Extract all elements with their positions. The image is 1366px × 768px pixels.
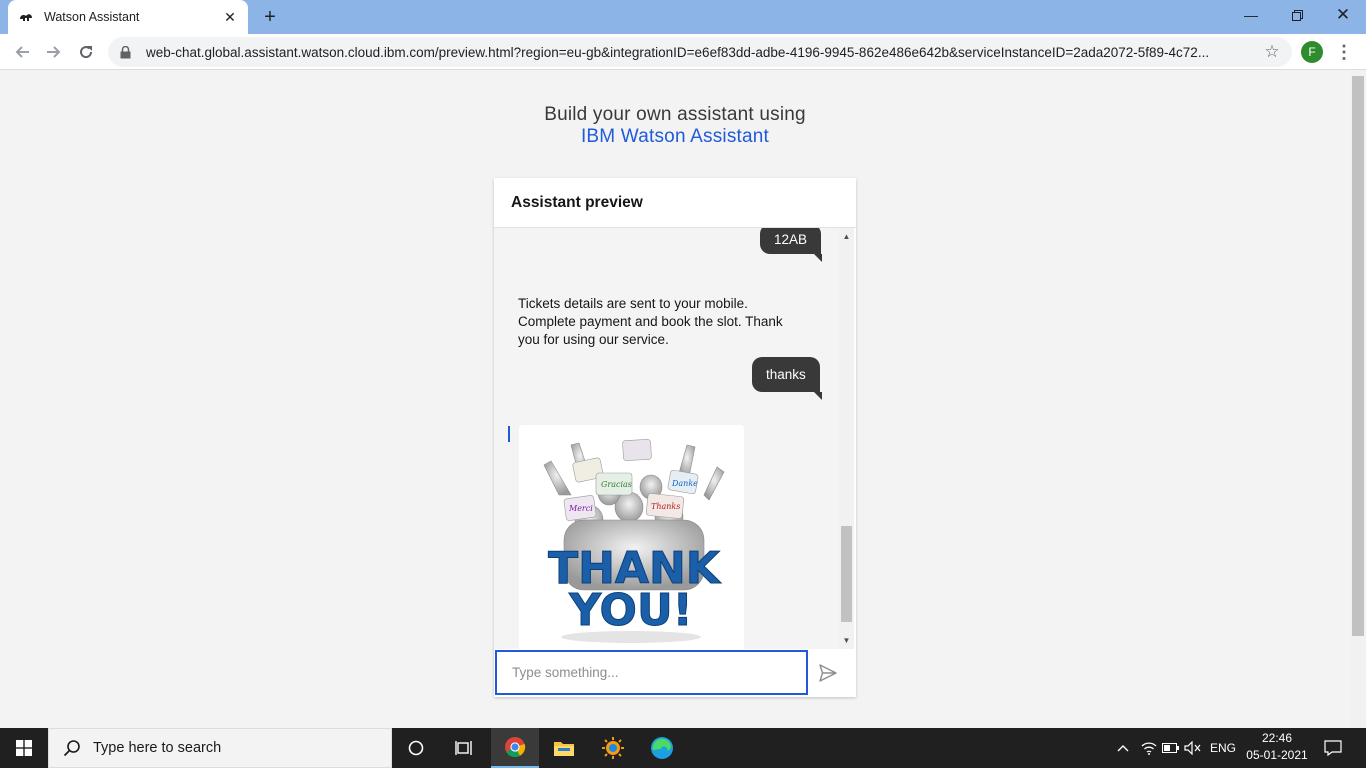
sign-thanks: Thanks (651, 502, 680, 511)
chat-scrollbar-thumb[interactable] (841, 526, 852, 622)
close-window-icon[interactable]: ✕ (1320, 0, 1366, 30)
new-tab-button[interactable]: + (258, 5, 282, 29)
bot-message-marker (508, 426, 510, 442)
wifi-icon[interactable] (1138, 728, 1160, 768)
back-arrow-icon[interactable] (10, 40, 34, 64)
windows-start-icon[interactable] (0, 728, 48, 768)
cortana-icon[interactable] (392, 728, 440, 768)
user-message-text: 12AB (774, 231, 808, 247)
url-text: web-chat.global.assistant.watson.cloud.i… (146, 44, 1210, 60)
chat-input-row (494, 649, 856, 697)
browser-tab[interactable]: Watson Assistant ✕ (8, 0, 248, 34)
lock-icon (120, 45, 134, 59)
chat-scrollbar[interactable]: ▲ ▼ (839, 228, 854, 649)
browser-tab-strip: Watson Assistant ✕ + — ✕ (0, 0, 1366, 34)
app-sun-icon[interactable] (589, 728, 637, 768)
taskbar-clock[interactable]: 22:46 05-01-2021 (1240, 730, 1314, 764)
task-view-icon[interactable] (440, 728, 488, 768)
page-headline: Build your own assistant using (544, 104, 806, 125)
browser-menu-icon[interactable]: ⋮ (1334, 40, 1354, 64)
bot-message-text: Tickets details are sent to your mobile.… (518, 296, 783, 347)
close-tab-icon[interactable]: ✕ (222, 9, 238, 25)
browser-toolbar: web-chat.global.assistant.watson.cloud.i… (0, 34, 1366, 70)
edge-browser-icon[interactable] (638, 728, 686, 768)
page-scrollbar-thumb[interactable] (1352, 76, 1364, 636)
file-explorer-icon[interactable] (540, 728, 588, 768)
bookmark-star-icon[interactable]: ☆ (1262, 42, 1282, 62)
message-list: 12AB Tickets details are sent to your mo… (494, 228, 839, 649)
taskbar-search-placeholder: Type here to search (93, 740, 222, 756)
user-message-bubble: thanks (752, 357, 820, 392)
sign-merci: Merci (568, 504, 593, 513)
search-icon (63, 740, 80, 757)
volume-muted-icon[interactable] (1182, 728, 1204, 768)
sign-danke: Danke (671, 479, 698, 488)
chat-widget: Assistant preview 12AB Tickets details a… (494, 178, 856, 697)
user-message-text: thanks (766, 367, 806, 382)
sign-gracias: Gracias (601, 480, 632, 489)
minimize-icon[interactable]: — (1228, 0, 1274, 30)
tab-title: Watson Assistant (44, 10, 140, 24)
bubble-tail (814, 392, 822, 400)
forward-arrow-icon[interactable] (42, 40, 66, 64)
watson-assistant-link[interactable]: IBM Watson Assistant (0, 126, 1350, 148)
show-hidden-icons-chevron-icon[interactable] (1112, 728, 1134, 768)
language-indicator[interactable]: ENG (1206, 728, 1240, 768)
bubble-tail (814, 254, 822, 262)
restore-icon[interactable] (1274, 0, 1320, 30)
chat-message-input[interactable] (495, 650, 808, 695)
taskbar-search-box[interactable]: Type here to search (48, 728, 392, 768)
notifications-icon[interactable] (1318, 728, 1348, 768)
scroll-down-arrow-icon[interactable]: ▼ (839, 633, 854, 647)
clock-date: 05-01-2021 (1246, 748, 1308, 762)
widget-title: Assistant preview (494, 178, 856, 228)
page-content: Build your own assistant using IBM Watso… (0, 71, 1350, 728)
user-message-bubble: 12AB (760, 228, 822, 254)
address-bar[interactable]: web-chat.global.assistant.watson.cloud.i… (108, 37, 1292, 67)
send-icon[interactable] (816, 661, 840, 685)
page-scrollbar[interactable] (1350, 71, 1366, 728)
you-text: YOU! (568, 585, 693, 636)
clock-time: 22:46 (1261, 731, 1293, 745)
profile-avatar[interactable]: F (1301, 41, 1323, 63)
chrome-taskbar-icon[interactable] (491, 728, 539, 768)
thank-you-image: Gracias Thanks Danke Merci THANK YOU! (519, 425, 744, 649)
watson-assistant-icon (18, 9, 34, 25)
windows-taskbar: Type here to search ENG 22:46 05-01-2021 (0, 728, 1366, 768)
scroll-up-arrow-icon[interactable]: ▲ (839, 229, 854, 243)
reload-icon[interactable] (74, 40, 98, 64)
battery-icon[interactable] (1160, 728, 1182, 768)
